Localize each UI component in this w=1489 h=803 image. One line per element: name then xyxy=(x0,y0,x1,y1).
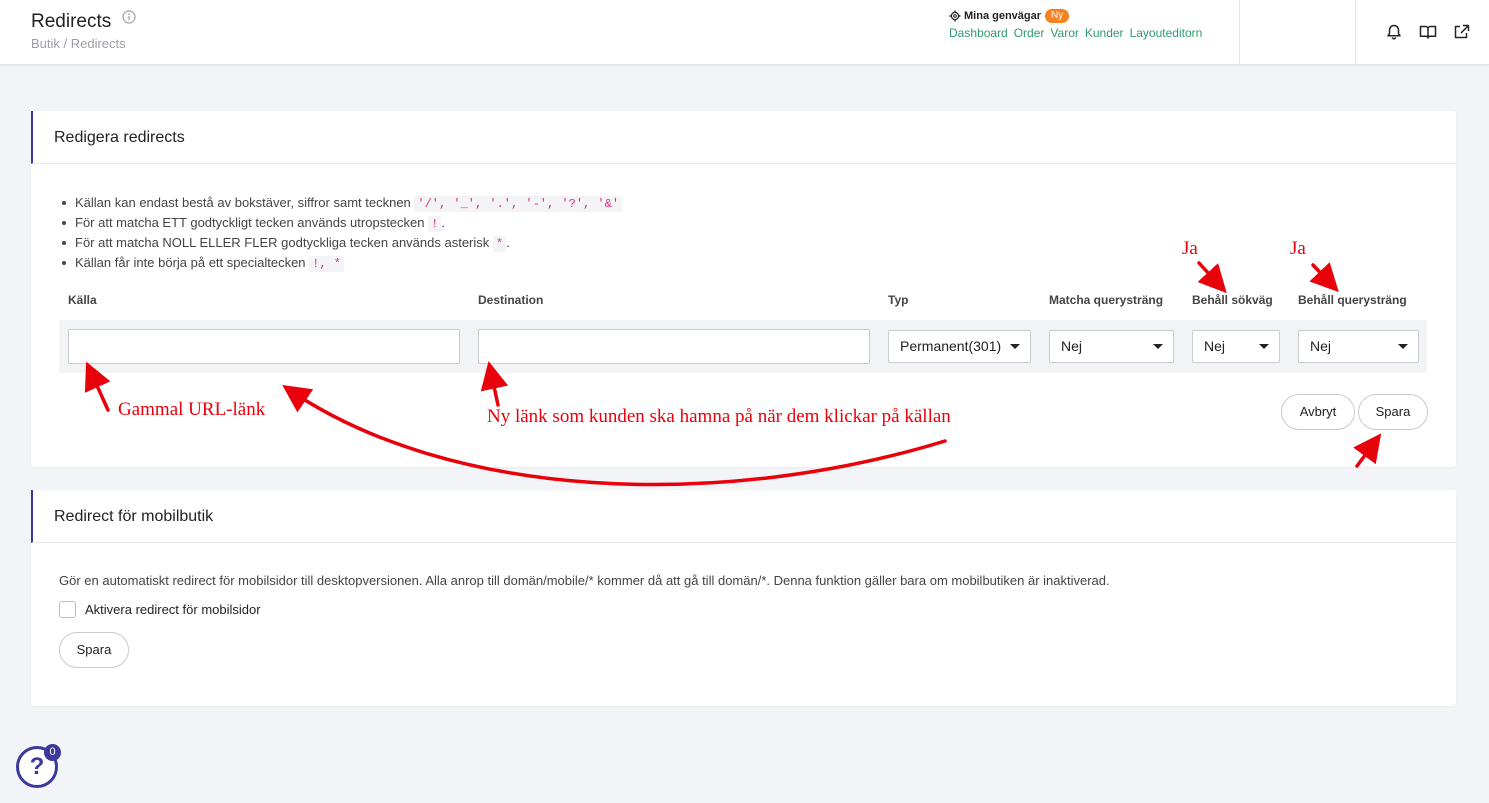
match-query-select[interactable]: Nej xyxy=(1049,330,1174,363)
rule-code: ! xyxy=(428,216,442,232)
annotation-old-url: Gammal URL-länk xyxy=(118,399,266,420)
mobile-redirect-checkbox[interactable] xyxy=(59,601,76,618)
header-divider xyxy=(1239,0,1240,65)
external-link-icon[interactable] xyxy=(1452,22,1472,42)
header-divider xyxy=(1355,0,1356,65)
shortcut-link-layouteditorn[interactable]: Layouteditorn xyxy=(1130,26,1203,40)
bell-icon[interactable] xyxy=(1384,22,1404,42)
rule-item: Källan kan endast bestå av bokstäver, si… xyxy=(61,193,623,213)
breadcrumb: Butik / Redirects xyxy=(31,36,126,51)
shortcut-link-dashboard[interactable]: Dashboard xyxy=(949,26,1008,40)
keep-query-select-value: Nej xyxy=(1310,338,1332,354)
caret-down-icon xyxy=(1259,344,1269,349)
annotation-ja-query: Ja xyxy=(1290,238,1306,259)
column-keep-path: Behåll sökväg xyxy=(1192,293,1273,307)
rule-item: För att matcha ETT godtyckligt tecken an… xyxy=(61,213,622,233)
rule-item: För att matcha NOLL ELLER FLER godtyckli… xyxy=(61,233,622,253)
keep-path-select-value: Nej xyxy=(1204,338,1226,354)
source-input[interactable] xyxy=(68,329,460,364)
mobile-save-button[interactable]: Spara xyxy=(59,632,129,668)
column-destination: Destination xyxy=(478,293,544,307)
caret-down-icon xyxy=(1398,344,1408,349)
column-source: Källa xyxy=(68,293,97,307)
shortcut-link-order[interactable]: Order xyxy=(1014,26,1045,40)
gear-icon xyxy=(949,10,961,21)
mobile-redirect-title: Redirect för mobilbutik xyxy=(31,490,1456,543)
destination-input[interactable] xyxy=(478,329,870,364)
page-title: Redirects xyxy=(31,11,112,32)
annotation-new-link: Ny länk som kunden ska hamna på när dem … xyxy=(487,406,951,427)
rule-code: !, * xyxy=(309,256,344,272)
rules-list: Källan kan endast bestå av bokstäver, si… xyxy=(61,193,623,273)
shortcut-link-kunder[interactable]: Kunder xyxy=(1085,26,1124,40)
shortcut-link-varor[interactable]: Varor xyxy=(1050,26,1078,40)
type-select[interactable]: Permanent(301) xyxy=(888,330,1031,363)
match-query-select-value: Nej xyxy=(1061,338,1083,354)
shortcuts: Mina genvägar Ny Dashboard Order Varor Kund… xyxy=(949,8,1208,40)
annotation-ja-path: Ja xyxy=(1182,238,1198,259)
book-icon[interactable] xyxy=(1418,22,1438,42)
edit-redirects-title: Redigera redirects xyxy=(31,111,1456,164)
type-select-value: Permanent(301) xyxy=(900,338,1002,354)
top-bar: Redirects Butik / Redirects Mina genväga… xyxy=(0,0,1489,65)
mobile-redirect-description: Gör en automatiskt redirect för mobilsid… xyxy=(59,573,1110,588)
shortcut-links: Dashboard Order Varor Kunder Layouteditorn xyxy=(949,26,1208,40)
column-type: Typ xyxy=(888,293,909,307)
new-badge: Ny xyxy=(1045,8,1070,23)
mobile-redirect-card: Redirect för mobilbutik Gör en automatis… xyxy=(31,490,1456,706)
cancel-button[interactable]: Avbryt xyxy=(1281,394,1355,430)
rule-item: Källan får inte börja på ett specialteck… xyxy=(61,253,622,273)
save-button[interactable]: Spara xyxy=(1358,394,1428,430)
column-keep-query: Behåll querysträng xyxy=(1298,293,1407,307)
keep-path-select[interactable]: Nej xyxy=(1192,330,1280,363)
rule-code: * xyxy=(492,236,507,252)
mobile-redirect-checkbox-label: Aktivera redirect för mobilsidor xyxy=(85,602,261,617)
mobile-redirect-checkbox-row[interactable]: Aktivera redirect för mobilsidor xyxy=(59,601,261,618)
shortcuts-header[interactable]: Mina genvägar Ny xyxy=(949,8,1208,23)
rule-code: '/', '_', '.', '-', '?', '&' xyxy=(414,196,623,212)
column-match-query: Matcha querysträng xyxy=(1049,293,1164,307)
keep-query-select[interactable]: Nej xyxy=(1298,330,1419,363)
title-wrap: Redirects xyxy=(31,9,136,33)
shortcuts-label: Mina genvägar xyxy=(964,9,1042,22)
help-count-badge: 0 xyxy=(44,744,61,761)
info-icon[interactable] xyxy=(122,9,136,29)
caret-down-icon xyxy=(1010,344,1020,349)
caret-down-icon xyxy=(1153,344,1163,349)
